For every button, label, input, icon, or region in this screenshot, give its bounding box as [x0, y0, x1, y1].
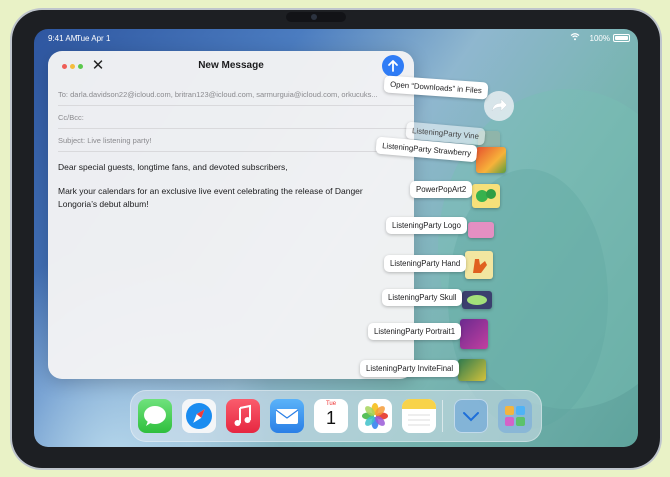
- mail-titlebar: ✕ New Message: [48, 51, 414, 83]
- arrow-up-icon: [388, 60, 398, 72]
- calendar-day: Tue: [325, 401, 337, 407]
- drag-item[interactable]: ListeningParty Skull: [382, 289, 463, 306]
- notes-app-icon[interactable]: [402, 399, 436, 433]
- safari-app-icon[interactable]: [182, 399, 216, 433]
- cc-bcc-field[interactable]: Cc/Bcc:: [58, 106, 414, 129]
- subject-field[interactable]: Subject: Live listening party!: [58, 129, 414, 152]
- dock: Tue 1: [130, 390, 542, 442]
- calendar-date: 1: [325, 408, 336, 428]
- portrait-thumbnail: [460, 319, 488, 349]
- home-screen: 9:41 AM Tue Apr 1 100% ✕ New Message To:…: [34, 29, 638, 447]
- powerpop-thumbnail: [472, 184, 500, 208]
- strawberry-thumbnail: [476, 147, 506, 173]
- messages-app-icon[interactable]: [138, 399, 172, 433]
- front-camera: [286, 12, 346, 22]
- drag-item[interactable]: ListeningParty Hand: [384, 255, 467, 272]
- photos-app-icon[interactable]: [358, 399, 392, 433]
- drag-item[interactable]: ListeningParty Portrait1: [368, 323, 462, 340]
- skull-thumbnail: [462, 291, 492, 309]
- wifi-icon: [570, 32, 580, 43]
- calendar-app-icon[interactable]: Tue 1: [314, 399, 348, 433]
- drag-item[interactable]: PowerPopArt2: [410, 181, 473, 198]
- message-body[interactable]: Dear special guests, longtime fans, and …: [48, 152, 414, 231]
- to-value[interactable]: darla.davidson22@icloud.com, britran123@…: [70, 90, 378, 99]
- to-label: To:: [58, 90, 69, 99]
- logo-thumbnail: [468, 222, 494, 238]
- cc-bcc-label: Cc/Bcc:: [58, 113, 84, 122]
- hand-thumbnail: [465, 251, 493, 279]
- mail-title: New Message: [198, 60, 264, 71]
- battery-percent: 100%: [589, 34, 610, 43]
- music-app-icon[interactable]: [226, 399, 260, 433]
- subject-value[interactable]: Live listening party!: [87, 136, 151, 145]
- mail-compose-window[interactable]: ✕ New Message To: darla.davidson22@iclou…: [48, 51, 414, 379]
- mail-app-icon[interactable]: [270, 399, 304, 433]
- body-paragraph: Mark your calendars for an exclusive liv…: [58, 186, 363, 209]
- subject-label: Subject:: [58, 136, 86, 145]
- status-date: Tue Apr 1: [76, 34, 111, 43]
- dock-divider: [442, 400, 443, 432]
- send-button[interactable]: [382, 55, 404, 77]
- battery-icon: [613, 34, 630, 42]
- drag-item[interactable]: ListeningParty InviteFinal: [360, 360, 460, 377]
- status-time: 9:41 AM: [48, 34, 78, 43]
- status-bar: 9:41 AM Tue Apr 1 100%: [34, 29, 638, 49]
- app-library-icon[interactable]: [498, 399, 532, 433]
- to-field[interactable]: To: darla.davidson22@icloud.com, britran…: [58, 83, 414, 106]
- downloads-folder-icon[interactable]: [454, 399, 488, 433]
- share-arrow-button[interactable]: [484, 91, 514, 121]
- invite-thumbnail: [458, 359, 486, 381]
- body-paragraph: Dear special guests, longtime fans, and …: [58, 162, 288, 172]
- forward-arrow-icon: [491, 98, 508, 112]
- drag-item[interactable]: ListeningParty Logo: [386, 217, 467, 234]
